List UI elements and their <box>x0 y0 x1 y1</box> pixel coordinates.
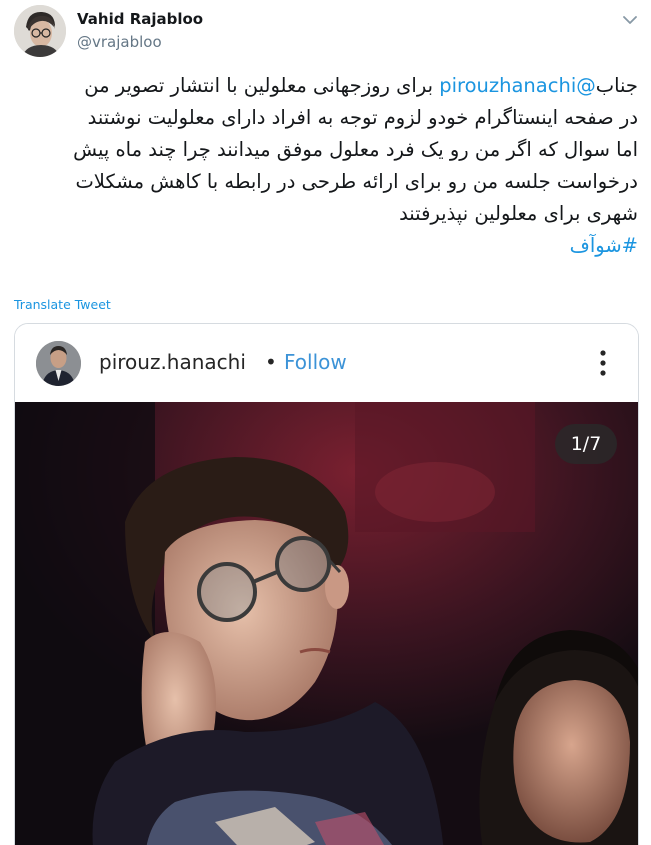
embed-avatar[interactable] <box>36 341 81 386</box>
tweet-line-1: جناب@pirouzhanachi برای روزجهانی معلولین… <box>84 74 638 97</box>
separator-dot: • <box>265 350 277 374</box>
author-handle[interactable]: @vrajabloo <box>77 33 162 51</box>
tweet-line-2: در صفحه اینستاگرام خودو لزوم توجه به افر… <box>87 106 638 129</box>
follow-button[interactable]: Follow <box>284 350 347 374</box>
tweet-line-5: شهری برای معلولین نپذیرفتند <box>399 202 638 225</box>
tweet-line-3: اما سوال که اگر من رو یک فرد معلول موفق … <box>73 138 638 161</box>
embed-photo[interactable]: 1/7 <box>15 402 638 845</box>
instagram-embed-card[interactable]: pirouz.hanachi • Follow 1/7 <box>14 323 639 845</box>
author-name[interactable]: Vahid Rajabloo <box>77 10 203 28</box>
slide-counter: 1/7 <box>555 424 617 464</box>
tweet-line-4: درخواست جلسه من رو برای ارائه طرحی در را… <box>75 170 638 193</box>
hashtag-link[interactable]: #شوآف <box>14 230 638 262</box>
embed-header: pirouz.hanachi • Follow <box>15 324 638 402</box>
translate-tweet-link[interactable]: Translate Tweet <box>14 297 111 312</box>
vertical-dots-icon[interactable] <box>593 348 613 378</box>
mention-link[interactable]: @pirouzhanachi <box>439 74 596 97</box>
chevron-down-icon[interactable] <box>621 12 639 26</box>
embed-username[interactable]: pirouz.hanachi <box>99 350 246 374</box>
tweet-text: جناب@pirouzhanachi برای روزجهانی معلولین… <box>14 70 638 262</box>
author-avatar[interactable] <box>14 5 66 57</box>
